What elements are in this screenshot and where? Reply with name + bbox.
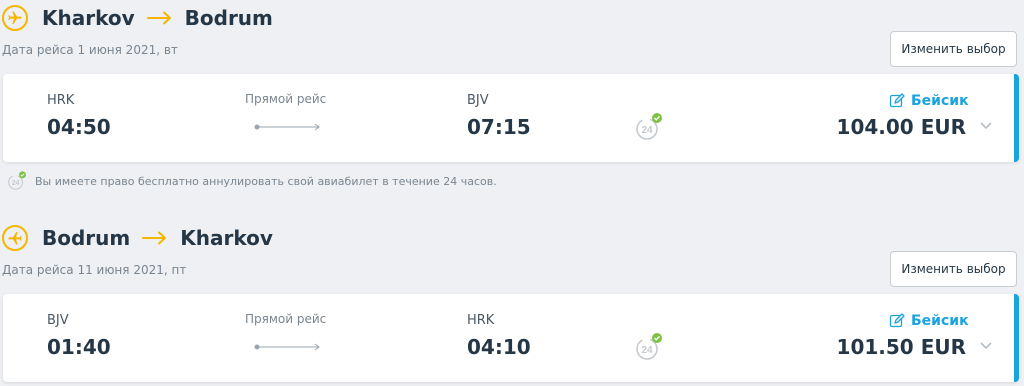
departure-city: Bodrum [42,226,131,250]
refund-note-text: Вы имеете право бесплатно аннулировать с… [35,174,497,188]
flight-line-icon [254,123,320,131]
flight-price: 101.50 EUR [836,335,966,359]
flight-date: Дата рейса 11 июня 2021, пт [2,263,187,277]
chevron-down-icon[interactable] [979,341,993,351]
plane-icon [2,225,28,251]
direct-flight-label: Прямой рейс [245,92,327,106]
arrival-city: Kharkov [180,226,273,250]
flight-date: Дата рейса 1 июня 2021, вт [2,43,178,57]
direct-flight-label: Прямой рейс [245,312,327,326]
24h-refund-icon: 24 [636,333,662,360]
arrival-time: 07:15 [467,115,531,139]
flight-card[interactable]: BJV 01:40 Прямой рейс HRK 04:10 24 Бейси… [3,294,1019,382]
edit-icon [889,313,905,328]
flight-line-icon [254,343,320,351]
flight-card[interactable]: HRK 04:50 Прямой рейс BJV 07:15 24 Бейси… [3,74,1019,162]
departure-city: Kharkov [42,6,135,30]
24h-refund-icon: 24 [8,171,26,190]
arrow-right-icon [142,231,168,245]
route-header: Bodrum Kharkov [2,224,273,252]
fare-name: Бейсик [911,313,969,329]
edit-icon [889,93,905,108]
change-selection-button[interactable]: Изменить выбор [890,251,1017,287]
svg-text:24: 24 [641,345,653,356]
24h-refund-icon: 24 [636,113,662,140]
change-selection-button[interactable]: Изменить выбор [890,31,1017,67]
fare-type[interactable]: Бейсик [889,313,969,329]
svg-text:24: 24 [12,180,20,187]
departure-time: 01:40 [47,335,111,359]
plane-icon [2,5,28,31]
arrival-time: 04:10 [467,335,531,359]
flight-price: 104.00 EUR [836,115,966,139]
route-header: Kharkov Bodrum [2,4,273,32]
arrow-right-icon [146,11,173,25]
departure-airport-code: HRK [47,93,75,108]
fare-name: Бейсик [911,93,969,109]
refund-note: 24 Вы имеете право бесплатно аннулироват… [6,170,497,192]
arrival-airport-code: BJV [467,93,489,108]
fare-type[interactable]: Бейсик [889,93,969,109]
departure-airport-code: BJV [47,313,69,328]
departure-time: 04:50 [47,115,111,139]
arrival-city: Bodrum [184,6,273,30]
svg-text:24: 24 [641,125,653,136]
arrival-airport-code: HRK [467,313,495,328]
chevron-down-icon[interactable] [979,121,993,131]
